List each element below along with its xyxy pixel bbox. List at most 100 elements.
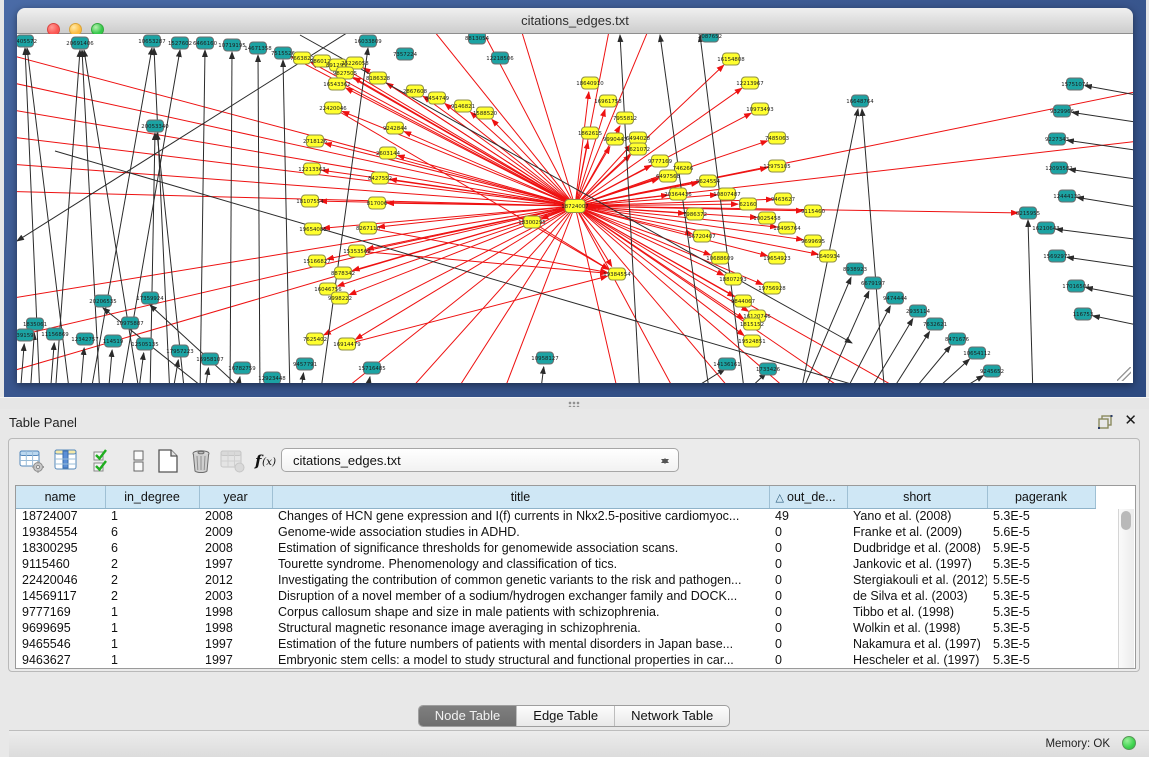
table-cell[interactable]: 2008 [199,508,272,524]
network-table-select[interactable]: citations_edges.txt [281,448,679,472]
table-cell[interactable]: 2012 [199,572,272,588]
new-document-icon[interactable] [155,448,181,474]
table-cell[interactable]: 0 [769,540,847,556]
table-cell[interactable]: 2 [105,556,199,572]
table-cell[interactable]: Estimation of the future numbers of pati… [272,636,769,652]
column-header[interactable]: year [199,486,272,508]
table-cell[interactable]: 9699695 [16,620,105,636]
table-row[interactable]: 977716911998Corpus callosum shape and si… [16,604,1095,620]
table-cell[interactable]: 6 [105,524,199,540]
table-cell[interactable]: 1 [105,620,199,636]
tab-network-table[interactable]: Network Table [614,706,729,726]
table-cell[interactable]: de Silva et al. (2003) [847,588,987,604]
function-builder-icon[interactable]: f (x) [254,450,280,476]
table-cell[interactable]: 2008 [199,540,272,556]
tab-node-table[interactable]: Node Table [419,706,517,726]
table-cell[interactable]: 5.3E-5 [987,620,1095,636]
table-cell[interactable]: Structural magnetic resonance image aver… [272,620,769,636]
table-cell[interactable]: 49 [769,508,847,524]
table-cell[interactable]: Stergiakouli et al. (2012) [847,572,987,588]
canvas-resize-grip[interactable] [1117,367,1131,381]
table-cell[interactable]: 9777169 [16,604,105,620]
scrollbar-thumb[interactable] [1121,511,1131,530]
table-cell[interactable]: Franke et al. (2009) [847,524,987,540]
column-header[interactable]: pagerank [987,486,1095,508]
table-cell[interactable]: 0 [769,636,847,652]
table-cell[interactable]: Embryonic stem cells: a model to study s… [272,652,769,668]
table-cell[interactable]: 5.9E-5 [987,540,1095,556]
network-canvas[interactable]: 1872400794055722069140610653287152760264… [17,34,1133,383]
table-cell[interactable]: 19384554 [16,524,105,540]
table-cell[interactable]: Dudbridge et al. (2008) [847,540,987,556]
table-cell[interactable]: 5.3E-5 [987,636,1095,652]
table-cell[interactable]: 2 [105,572,199,588]
table-cell[interactable]: 1997 [199,556,272,572]
table-cell[interactable]: 5.5E-5 [987,572,1095,588]
table-row[interactable]: 911546021997Tourette syndrome. Phenomeno… [16,556,1095,572]
table-cell[interactable]: Investigating the contribution of common… [272,572,769,588]
table-cell[interactable]: Tourette syndrome. Phenomenology and cla… [272,556,769,572]
table-row[interactable]: 1456911722003Disruption of a novel membe… [16,588,1095,604]
table-row[interactable]: 969969511998Structural magnetic resonanc… [16,620,1095,636]
table-cell[interactable]: Yano et al. (2008) [847,508,987,524]
table-cell[interactable]: 9465546 [16,636,105,652]
table-cell[interactable]: 5.3E-5 [987,508,1095,524]
table-cell[interactable]: 1997 [199,652,272,668]
table-header-row[interactable]: namein_degreeyeartitle△ out_de...shortpa… [16,486,1095,508]
table-cell[interactable]: Disruption of a novel member of a sodium… [272,588,769,604]
table-cell[interactable]: 6 [105,540,199,556]
column-header[interactable]: △ out_de... [769,486,847,508]
network-window-titlebar[interactable]: citations_edges.txt [17,8,1133,34]
table-cell[interactable]: Wolkin et al. (1998) [847,620,987,636]
memory-status-indicator[interactable] [1122,736,1136,750]
table-cell[interactable]: 5.3E-5 [987,556,1095,572]
table-cell[interactable]: 18300295 [16,540,105,556]
table-cell[interactable]: 1 [105,652,199,668]
table-cell[interactable]: Genome-wide association studies in ADHD. [272,524,769,540]
delete-trash-icon[interactable] [188,448,214,474]
close-panel-icon[interactable]: ✕ [1124,413,1137,429]
select-rows-icon[interactable] [92,448,118,474]
table-cell[interactable]: Corpus callosum shape and size in male p… [272,604,769,620]
table-cell[interactable]: 0 [769,572,847,588]
table-row[interactable]: 1872400712008Changes of HCN gene express… [16,508,1095,524]
table-cell[interactable]: 5.3E-5 [987,588,1095,604]
network-graph[interactable]: 1872400794055722069140610653287152760264… [17,34,1133,383]
table-cell[interactable]: 5.3E-5 [987,604,1095,620]
table-cell[interactable]: 2003 [199,588,272,604]
table-cell[interactable]: Hescheler et al. (1997) [847,652,987,668]
table-cell[interactable]: 1997 [199,636,272,652]
table-cell[interactable]: Nakamura et al. (1997) [847,636,987,652]
table-cell[interactable]: 0 [769,620,847,636]
table-cell[interactable]: 18724007 [16,508,105,524]
table-row[interactable]: 946554611997Estimation of the future num… [16,636,1095,652]
table-cell[interactable]: 22420046 [16,572,105,588]
table-cell[interactable]: 0 [769,588,847,604]
column-header[interactable]: short [847,486,987,508]
tab-edge-table[interactable]: Edge Table [516,706,614,726]
table-cell[interactable]: 1 [105,508,199,524]
column-header[interactable]: in_degree [105,486,199,508]
table-cell[interactable]: 2 [105,588,199,604]
table-row[interactable]: 1830029562008Estimation of significance … [16,540,1095,556]
table-cell[interactable]: 0 [769,604,847,620]
table-cell[interactable]: Changes of HCN gene expression and I(f) … [272,508,769,524]
table-row[interactable]: 2242004622012Investigating the contribut… [16,572,1095,588]
table-settings-icon[interactable] [19,448,45,474]
splitter-handle-icon[interactable] [568,401,580,407]
select-columns-icon[interactable] [54,448,80,474]
table-row[interactable]: 1938455462009Genome-wide association stu… [16,524,1095,540]
table-cell[interactable]: 5.6E-5 [987,524,1095,540]
table-cell[interactable]: 0 [769,652,847,668]
table-cell[interactable]: Estimation of significance thresholds fo… [272,540,769,556]
column-header[interactable]: title [272,486,769,508]
row-height-icon[interactable] [126,448,152,474]
table-cell[interactable]: 0 [769,556,847,572]
table-cell[interactable]: 5.3E-5 [987,652,1095,668]
table-cell[interactable]: 0 [769,524,847,540]
table-row[interactable]: 946362711997Embryonic stem cells: a mode… [16,652,1095,668]
column-header[interactable]: name [16,486,105,508]
table-cell[interactable]: 1998 [199,604,272,620]
table-vertical-scrollbar[interactable] [1118,509,1134,668]
table-cell[interactable]: 9115460 [16,556,105,572]
